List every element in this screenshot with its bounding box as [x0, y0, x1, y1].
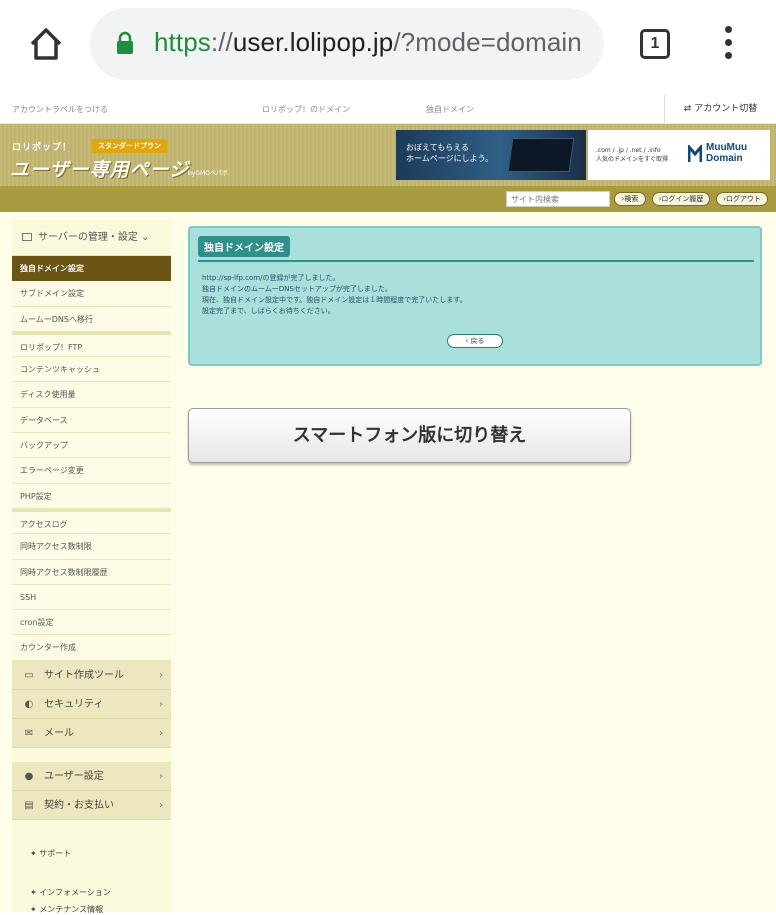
url-text: https://user.lolipop.jp/?mode=domain	[154, 27, 582, 57]
promo-banner[interactable]: おぼえてもらえる ホームページにしよう。	[396, 130, 586, 180]
sidebar-item-concurrent-history[interactable]: 同時アクセス数制限履歴	[12, 559, 171, 585]
sidebar-item-access-log[interactable]: アクセスログ	[12, 508, 171, 535]
chevron-right-icon: ›	[159, 698, 163, 710]
sidebar-cat-mail[interactable]: ✉ メール ›	[12, 718, 171, 748]
plan-badge: スタンダードプラン	[92, 139, 167, 153]
browser-toolbar: https://user.lolipop.jp/?mode=domain 1	[0, 0, 776, 92]
lolipop-logo[interactable]: ロリポップ！	[12, 140, 72, 153]
main-area: サーバーの管理・設定 ⌄ 独自ドメイン設定 サブドメイン設定 ムームーDNSへ移…	[0, 212, 776, 915]
sidebar-section-server[interactable]: サーバーの管理・設定 ⌄	[12, 220, 171, 256]
chevron-right-icon: ›	[159, 799, 163, 811]
laptop-image	[507, 138, 575, 172]
operator-label: byGMOペパボ	[188, 170, 228, 177]
switch-to-smartphone-button[interactable]: スマートフォン版に切り替え	[188, 408, 631, 463]
page-title: ユーザー専用ページ	[10, 159, 190, 181]
sidebar-item-ftp[interactable]: ロリポップ！FTP	[12, 331, 171, 358]
chevron-right-icon: ›	[159, 669, 163, 681]
domain-setting-panel: 独自ドメイン設定 http://sp-lfp.com/の登録が完了しました。 独…	[188, 226, 762, 366]
shield-icon: ◐	[24, 698, 34, 710]
sidebar-item-custom-domain[interactable]: 独自ドメイン設定	[12, 256, 171, 282]
lock-icon	[117, 31, 133, 54]
overflow-menu-icon[interactable]	[718, 26, 738, 66]
sidebar-item-counter[interactable]: カウンター作成	[12, 635, 171, 661]
sidebar-item-php[interactable]: PHP設定	[12, 483, 171, 509]
account-switch-button[interactable]: ⇄ アカウント切替	[664, 95, 776, 123]
logout-button[interactable]: ›ログアウト	[716, 192, 768, 206]
muumuu-banner[interactable]: .com / .jp / .net / .info 人気のドメインをすぐ取得 M…	[588, 130, 770, 180]
billing-icon: ▤	[24, 799, 34, 811]
site-search-input[interactable]	[506, 191, 610, 207]
muumuu-banner-text: .com / .jp / .net / .info 人気のドメインをすぐ取得	[596, 147, 669, 163]
panel-divider	[198, 260, 754, 262]
sidebar-link-support[interactable]: ✦ サポート	[12, 848, 171, 859]
lolipop-domain-link[interactable]: ロリポップ！のドメイン	[262, 104, 350, 115]
sidebar-item-backup[interactable]: バックアップ	[12, 433, 171, 459]
sidebar-item-cron[interactable]: cron設定	[12, 610, 171, 636]
sidebar-link-maintenance[interactable]: ✦ メンテナンス情報	[12, 904, 171, 915]
sidebar-item-muumuu-dns[interactable]: ムームーDNSへ移行	[12, 306, 171, 332]
panel-message: http://sp-lfp.com/の登録が完了しました。 独自ドメインのムーム…	[202, 274, 467, 315]
tab-switcher-button[interactable]: 1	[640, 29, 670, 59]
sidebar-cat-user-settings[interactable]: ● ユーザー設定 ›	[12, 761, 171, 791]
sidebar-item-concurrent-access[interactable]: 同時アクセス数制限	[12, 534, 171, 560]
site-header: ロリポップ！ スタンダードプラン ユーザー専用ページ byGMOペパボ おぼえて…	[0, 124, 776, 186]
search-button[interactable]: ›検索	[614, 192, 646, 206]
home-icon[interactable]	[26, 24, 66, 64]
search-bar: ›検索 ›ログイン履歴 ›ログアウト	[0, 186, 776, 212]
sidebar-cat-site-tools[interactable]: ▭ サイト作成ツール ›	[12, 660, 171, 690]
back-button[interactable]: ‹ 戻る	[447, 334, 503, 348]
address-bar[interactable]: https://user.lolipop.jp/?mode=domain	[90, 8, 604, 80]
chevron-right-icon: ›	[159, 727, 163, 739]
custom-domain-link[interactable]: 独自ドメイン	[426, 104, 474, 115]
utility-bar: アカウントラベルをつける ロリポップ！のドメイン 独自ドメイン ⇄ アカウント切…	[0, 95, 776, 124]
sidebar-cat-security[interactable]: ◐ セキュリティ ›	[12, 689, 171, 719]
user-icon: ●	[24, 770, 34, 782]
sidebar: サーバーの管理・設定 ⌄ 独自ドメイン設定 サブドメイン設定 ムームーDNSへ移…	[12, 220, 171, 915]
sidebar-item-disk-usage[interactable]: ディスク使用量	[12, 382, 171, 408]
sidebar-item-database[interactable]: データベース	[12, 407, 171, 434]
sidebar-item-error-page[interactable]: エラーページ変更	[12, 458, 171, 484]
sidebar-link-information[interactable]: ✦ インフォメーション	[12, 887, 171, 898]
mail-icon: ✉	[24, 727, 34, 739]
login-history-button[interactable]: ›ログイン履歴	[652, 192, 710, 206]
promo-banner-text: おぼえてもらえる ホームページにしよう。	[406, 143, 494, 163]
server-icon	[22, 233, 32, 241]
panel-title: 独自ドメイン設定	[198, 236, 290, 257]
muumuu-logo-text: MuuMuu Domain	[706, 142, 748, 164]
sidebar-cat-billing[interactable]: ▤ 契約・お支払い ›	[12, 790, 171, 820]
chevron-right-icon: ›	[159, 770, 163, 782]
monitor-icon: ▭	[24, 669, 34, 681]
sidebar-item-ssh[interactable]: SSH	[12, 584, 171, 611]
sidebar-item-subdomain[interactable]: サブドメイン設定	[12, 281, 171, 307]
muumuu-logo-icon	[688, 145, 702, 162]
sidebar-item-content-cache[interactable]: コンテンツキャッシュ	[12, 357, 171, 383]
account-label-link[interactable]: アカウントラベルをつける	[12, 104, 108, 115]
